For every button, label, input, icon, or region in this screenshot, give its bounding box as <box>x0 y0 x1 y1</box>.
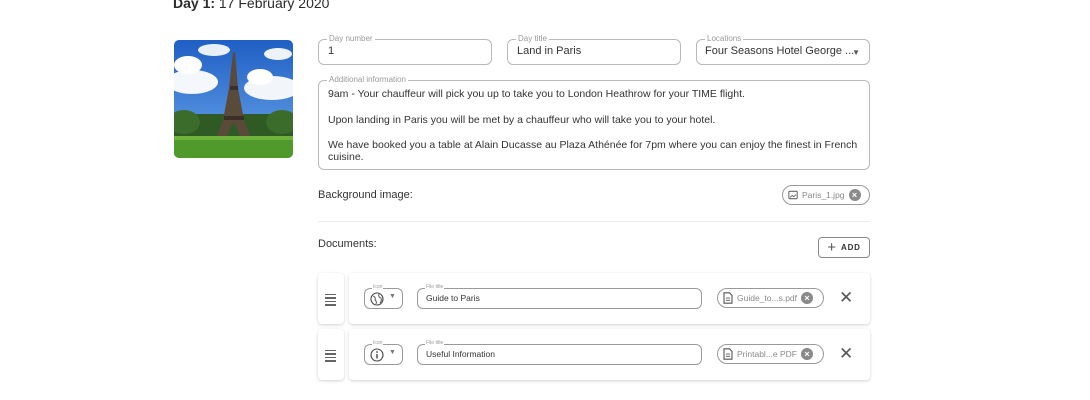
day-photo[interactable] <box>174 40 293 158</box>
document-file-chip[interactable]: Guide_to...s.pdf × <box>717 288 824 308</box>
icon-select[interactable]: Icon ▼ <box>364 340 403 365</box>
globe-icon <box>370 292 384 306</box>
add-button-label: ADD <box>841 243 861 252</box>
document-filename: Guide_to...s.pdf <box>737 293 798 303</box>
background-image-label: Background image: <box>318 189 413 201</box>
additional-information-textarea[interactable]: Additional information 9am - Your chauff… <box>318 75 870 170</box>
locations-value: Four Seasons Hotel George ... <box>705 45 855 57</box>
remove-icon[interactable]: × <box>801 292 814 304</box>
background-image-filename: Paris_1.jpg <box>802 190 845 200</box>
drag-handle[interactable] <box>318 329 344 380</box>
plus-icon: + <box>827 238 837 256</box>
info-paragraph: We have booked you a table at Alain Duca… <box>328 139 858 163</box>
document-row: Icon ▼ File title Useful Information Pri… <box>349 329 870 380</box>
file-title-value: Useful Information <box>426 349 495 359</box>
remove-icon[interactable]: × <box>848 189 861 201</box>
background-image-chip[interactable]: Paris_1.jpg × <box>782 185 870 205</box>
info-paragraph: 9am - Your chauffeur will pick you up to… <box>328 88 745 100</box>
chevron-down-icon: ▼ <box>389 349 396 356</box>
remove-icon[interactable]: × <box>801 348 813 360</box>
day-heading: Day 1: 17 February 2020 <box>173 0 329 11</box>
drag-handle-icon <box>325 350 336 364</box>
day-number-value: 1 <box>328 45 335 57</box>
locations-legend: Locations <box>705 34 744 44</box>
file-title-legend: File title <box>425 340 445 347</box>
document-filename: Printabl...e PDF <box>737 349 797 359</box>
info-paragraph: Upon landing in Paris you will be met by… <box>328 114 716 126</box>
icon-select[interactable]: Icon ▼ <box>364 284 403 309</box>
day-title-field[interactable]: Day title Land in Paris <box>507 34 681 65</box>
file-title-value: Guide to Paris <box>426 293 480 303</box>
documents-label: Documents: <box>318 238 377 250</box>
day-number-field[interactable]: Day number 1 <box>318 34 492 65</box>
additional-information-legend: Additional information <box>327 75 408 85</box>
file-title-field[interactable]: File title Useful Information <box>417 340 702 365</box>
eiffel-tower-image <box>174 40 293 158</box>
document-icon <box>723 292 733 304</box>
file-title-legend: File title <box>425 284 445 291</box>
document-file-chip[interactable]: Printabl...e PDF × <box>717 344 824 364</box>
locations-select[interactable]: Locations Four Seasons Hotel George ... … <box>696 34 870 65</box>
icon-select-legend: Icon <box>372 340 384 347</box>
drag-handle[interactable] <box>318 273 344 324</box>
image-icon <box>788 190 798 200</box>
info-icon <box>370 348 384 362</box>
day-title-legend: Day title <box>516 34 549 44</box>
document-icon <box>723 348 733 360</box>
close-icon[interactable]: ✕ <box>839 288 853 308</box>
day-date: 17 February 2020 <box>218 0 330 11</box>
document-row: Icon ▼ File title Guide to Paris Guide_t… <box>349 273 870 324</box>
file-title-field[interactable]: File title Guide to Paris <box>417 284 702 309</box>
day-number-heading: Day 1: <box>173 0 216 11</box>
day-title-value: Land in Paris <box>517 45 582 57</box>
add-document-button[interactable]: + ADD <box>818 237 870 258</box>
section-divider <box>318 221 870 222</box>
icon-select-legend: Icon <box>372 284 384 291</box>
day-number-legend: Day number <box>327 34 375 44</box>
chevron-down-icon: ▼ <box>852 48 860 57</box>
drag-handle-icon <box>325 294 336 308</box>
chevron-down-icon: ▼ <box>389 293 396 300</box>
close-icon[interactable]: ✕ <box>839 344 853 364</box>
